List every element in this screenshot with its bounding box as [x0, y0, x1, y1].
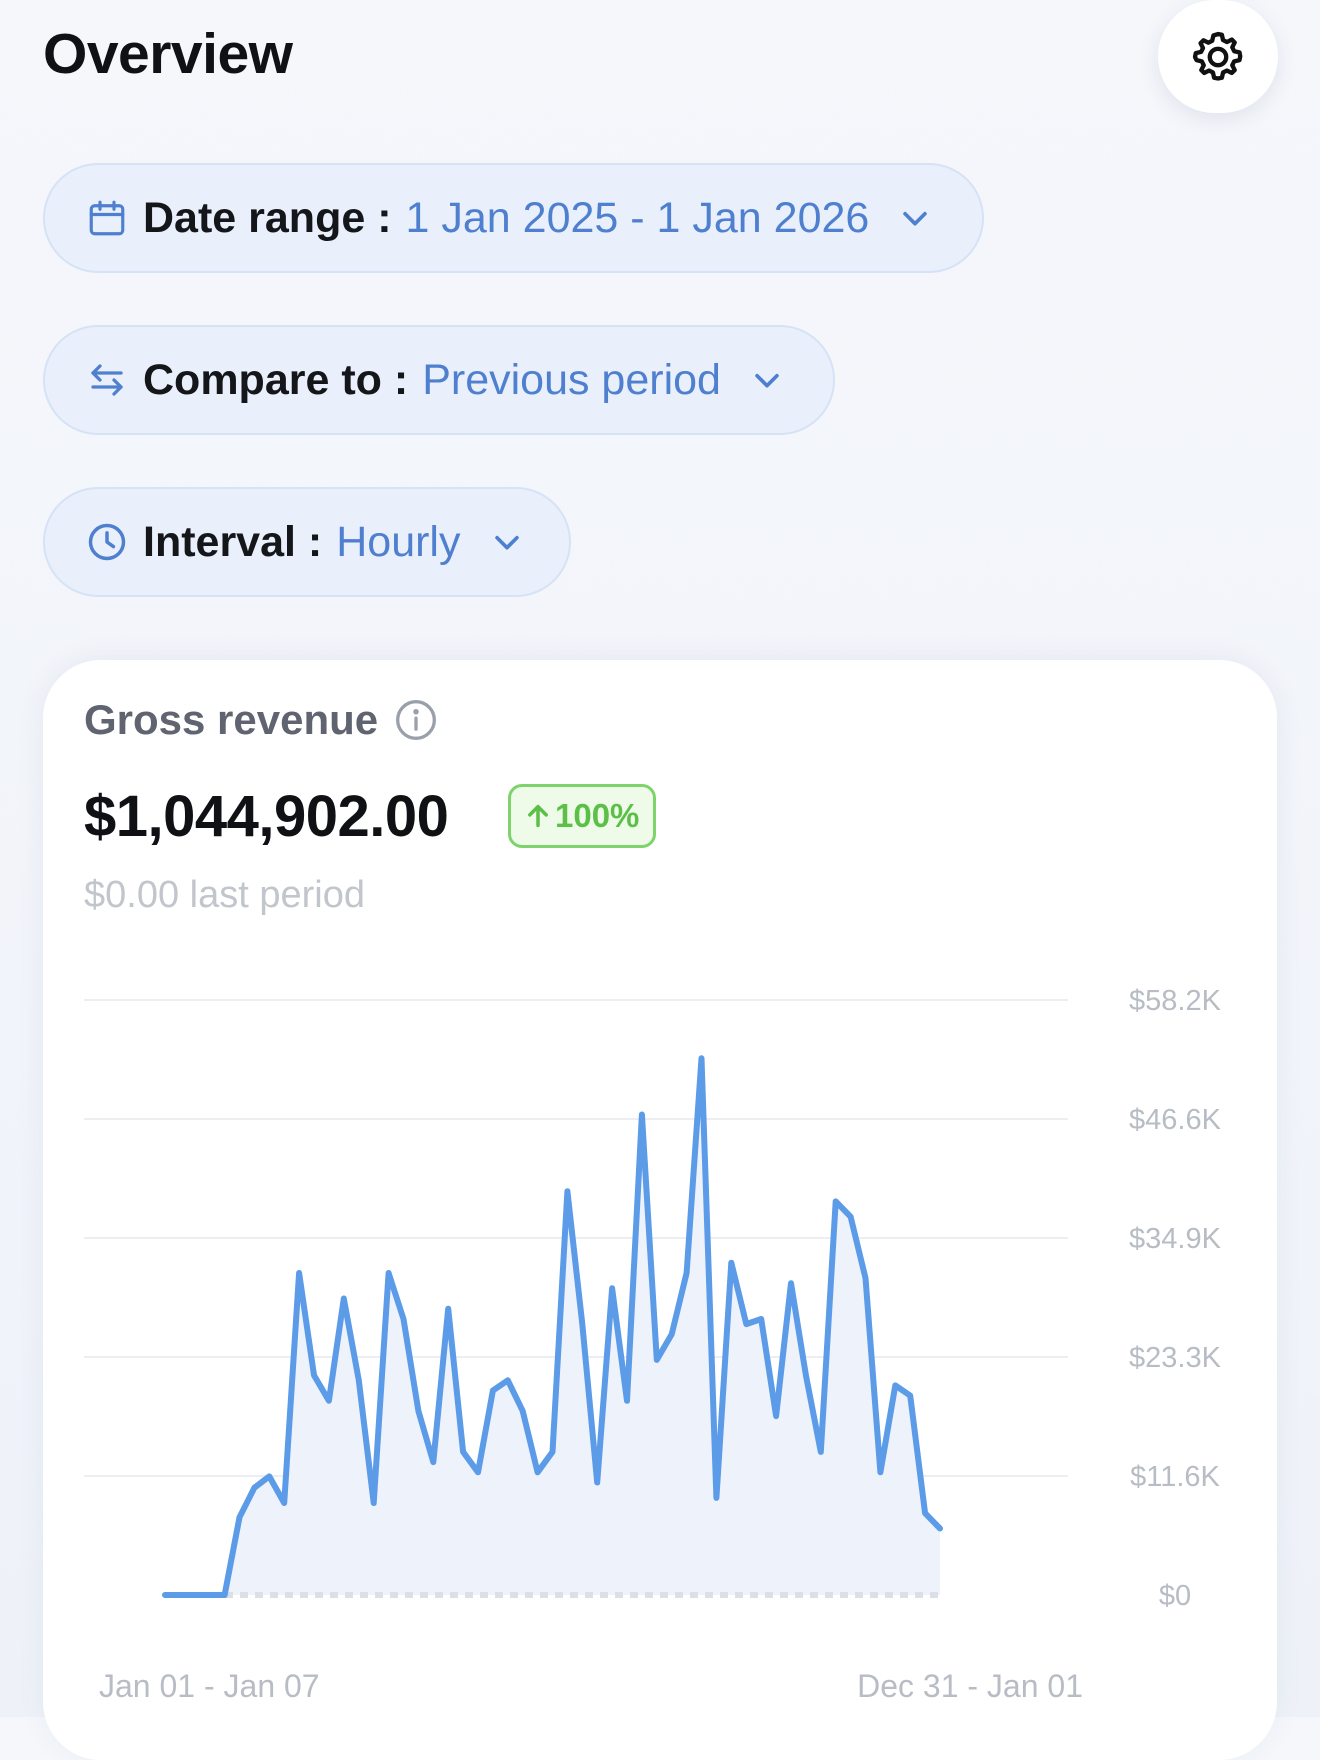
y-axis-ticks: $58.2K $46.6K $34.9K $23.3K $11.6K $0 [1129, 985, 1222, 1612]
y-tick-label: $0 [1159, 1580, 1191, 1612]
clock-icon [85, 520, 129, 564]
settings-button[interactable] [1158, 0, 1278, 113]
compare-to-label: Compare to : [143, 355, 409, 404]
page-title: Overview [43, 22, 293, 86]
gross-revenue-card: Gross revenue $1,044,902.00 100% $0.00 l… [43, 660, 1277, 1760]
chevron-down-icon [485, 520, 529, 564]
x-range-label: Dec 31 - Jan 01 [857, 1668, 1083, 1704]
swap-arrows-icon [85, 358, 129, 402]
x-range-label: Jan 01 - Jan 07 [99, 1668, 320, 1704]
chevron-down-icon [893, 196, 937, 240]
y-tick-label: $34.9K [1129, 1223, 1222, 1255]
y-tick-label: $23.3K [1129, 1342, 1222, 1374]
date-range-label: Date range : [143, 193, 392, 242]
date-range-value: 1 Jan 2025 - 1 Jan 2026 [405, 193, 870, 242]
compare-to-value: Previous period [422, 355, 721, 404]
x-axis-ticks: Jan 01 - Jan 07 Dec 31 - Jan 01 [99, 1668, 1083, 1704]
interval-filter[interactable]: Interval : Hourly [43, 487, 571, 597]
interval-label: Interval : [143, 517, 323, 566]
gear-icon [1192, 31, 1243, 81]
y-tick-label: $46.6K [1129, 1104, 1222, 1136]
y-tick-label: $58.2K [1129, 985, 1222, 1017]
calendar-icon [85, 196, 129, 240]
y-tick-label: $11.6K [1130, 1461, 1220, 1493]
date-range-filter[interactable]: Date range : 1 Jan 2025 - 1 Jan 2026 [43, 163, 984, 273]
chevron-down-icon [745, 358, 789, 402]
revenue-chart: $58.2K $46.6K $34.9K $23.3K $11.6K $0 Jan 01 … [84, 985, 1222, 1704]
interval-value: Hourly [336, 517, 461, 566]
revenue-area [165, 1058, 940, 1595]
compare-to-filter[interactable]: Compare to : Previous period [43, 325, 835, 435]
